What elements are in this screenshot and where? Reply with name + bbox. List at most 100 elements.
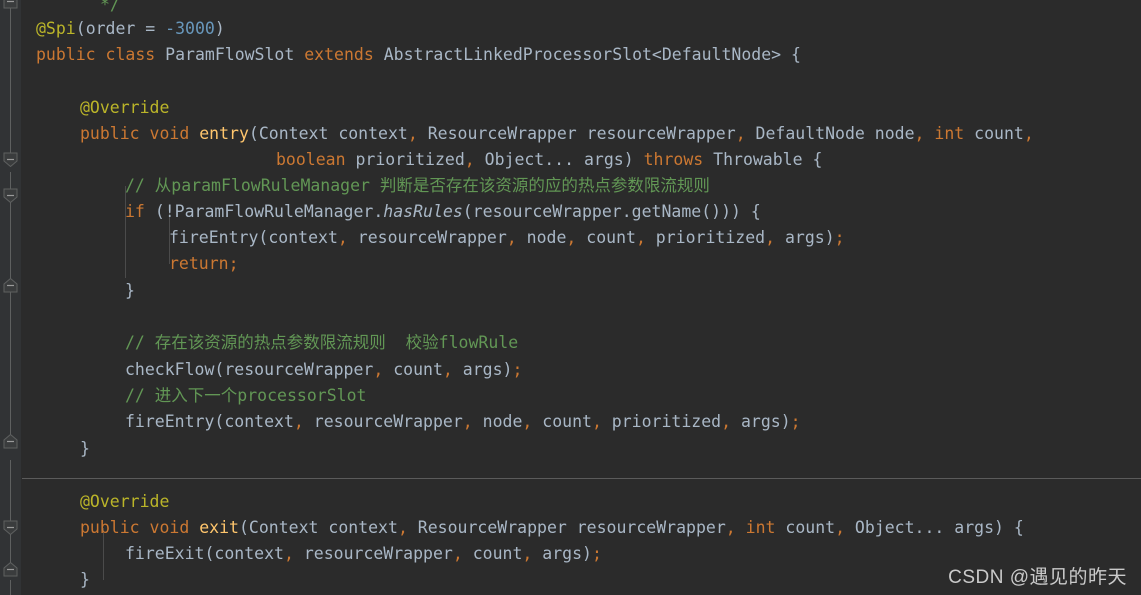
code-token: , [635, 228, 646, 247]
code-token: fireEntry [125, 412, 215, 431]
code-token: @Override [80, 492, 170, 511]
code-token: Object... args [845, 518, 995, 537]
code-token: resourceWrapper [347, 228, 507, 247]
code-token: order [85, 19, 136, 38]
fold-up-icon[interactable] [3, 0, 18, 9]
code-token: public [80, 124, 140, 143]
code-token: , [725, 518, 736, 537]
code-token: count [532, 412, 592, 431]
code-token: , [293, 412, 304, 431]
code-token: @Spi [36, 19, 76, 38]
code-token: , [506, 228, 517, 247]
code-line[interactable]: // 从paramFlowRuleManager 判断是否存在该资源的应的热点参… [125, 173, 710, 199]
code-line[interactable]: public class ParamFlowSlot extends Abstr… [36, 42, 801, 68]
code-token: ())) [701, 202, 741, 221]
code-token: , [407, 124, 418, 143]
code-line[interactable]: } [80, 436, 90, 462]
code-token: , [522, 544, 533, 563]
code-content-area[interactable]: */@Spi(order = -3000) public class ParamF… [22, 0, 1141, 595]
code-line[interactable]: // 存在该资源的热点参数限流规则 校验flowRule [125, 330, 518, 356]
code-token: ; [790, 412, 801, 431]
code-line[interactable]: fireExit(context, resourceWrapper, count… [125, 541, 602, 567]
editor-gutter[interactable] [0, 0, 22, 595]
code-line[interactable]: @Override [80, 95, 169, 121]
code-line[interactable]: } [80, 567, 90, 593]
code-token: } [80, 570, 90, 589]
code-token: resourceWrapper [303, 412, 463, 431]
code-token: ( [238, 518, 249, 537]
code-token: // 存在该资源的热点参数限流规则 校验flowRule [125, 333, 519, 352]
fold-up-icon[interactable] [3, 278, 18, 293]
code-token: Throwable [703, 150, 813, 169]
code-line[interactable]: return; [169, 251, 239, 277]
code-line[interactable]: boolean prioritized, Object... args) thr… [276, 147, 822, 173]
code-token: // 从paramFlowRuleManager 判断是否存在该资源的应的热点参… [125, 176, 710, 195]
code-token: , [735, 124, 746, 143]
code-token: ; [591, 544, 602, 563]
code-token: count [462, 544, 523, 563]
fold-region-spine [10, 580, 11, 595]
code-token: args [731, 412, 781, 431]
code-token: ; [834, 228, 845, 247]
code-token: { [750, 202, 761, 221]
code-token: entry [199, 124, 249, 143]
code-token: node [516, 228, 567, 247]
code-token: -3000 [165, 19, 215, 38]
fold-up-icon[interactable] [3, 434, 18, 449]
code-line[interactable]: @Spi(order = -3000) [36, 16, 225, 42]
fold-down-icon[interactable] [3, 520, 18, 535]
code-token: , [765, 228, 776, 247]
code-editor[interactable]: */@Spi(order = -3000) public class ParamF… [0, 0, 1141, 595]
code-token: , [914, 124, 925, 143]
code-token: prioritized [345, 150, 465, 169]
code-line[interactable]: public void exit(Context context, Resour… [80, 515, 1024, 541]
code-token: prioritized [645, 228, 766, 247]
code-line[interactable]: } [125, 278, 135, 304]
code-token: !ParamFlowRuleManager. [164, 202, 384, 221]
code-token: Object... args [474, 150, 624, 169]
code-token: ( [248, 124, 259, 143]
code-line[interactable]: checkFlow(resourceWrapper, count, args); [125, 357, 522, 383]
code-token: count [775, 518, 836, 537]
code-line[interactable]: fireEntry(context, resourceWrapper, node… [169, 225, 845, 251]
code-line[interactable]: fireEntry(context, resourceWrapper, node… [125, 409, 801, 435]
code-line[interactable]: @Override [80, 489, 169, 515]
code-line[interactable]: // 进入下一个processorSlot [125, 383, 366, 409]
fold-region-spine [10, 290, 11, 448]
fold-down-icon[interactable] [3, 152, 18, 167]
code-token: throws [643, 150, 704, 169]
code-token: ) [214, 19, 225, 38]
code-token: AbstractLinkedProcessorSlot<DefaultNode> [383, 45, 782, 64]
code-token: node [472, 412, 523, 431]
code-token: */ [100, 0, 120, 14]
code-token: checkFlow [125, 360, 215, 379]
fold-down-icon[interactable] [3, 188, 18, 203]
fold-up-icon[interactable] [3, 562, 18, 577]
code-line[interactable]: if (!ParamFlowRuleManager.hasRules(resou… [125, 199, 761, 225]
code-token: void [149, 124, 190, 143]
code-token: ) [994, 518, 1004, 537]
code-line[interactable]: public void entry(Context context, Resou… [80, 121, 1034, 147]
code-token: fireEntry [169, 228, 259, 247]
code-token: if [125, 202, 145, 221]
code-token: @Override [80, 98, 170, 117]
code-token: class [105, 45, 156, 64]
fold-region-spine [10, 0, 11, 160]
code-token: { [1013, 518, 1024, 537]
code-token: ParamFlowSlot [165, 45, 295, 64]
code-token: resourceWrapper.getName [472, 202, 702, 221]
code-token: , [464, 150, 475, 169]
code-token: Context context [258, 124, 408, 143]
code-token: ) [582, 544, 592, 563]
